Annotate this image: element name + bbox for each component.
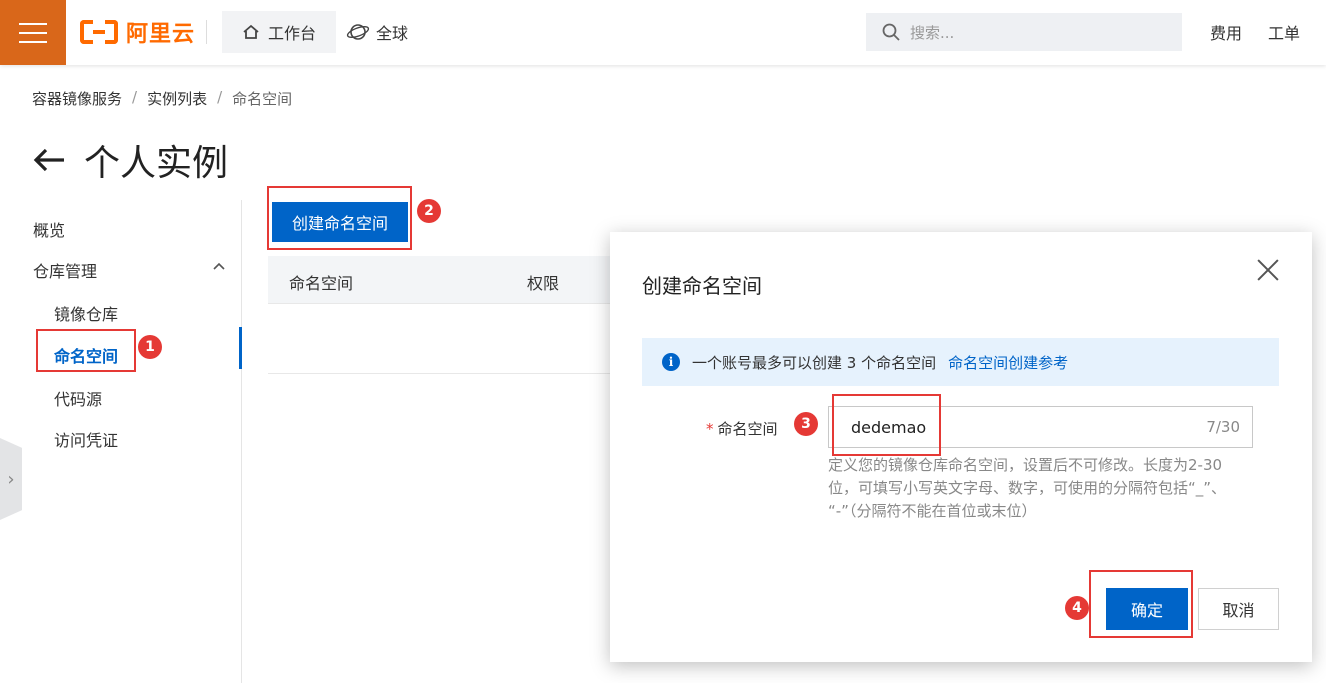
field-help-text: 定义您的镜像仓库命名空间，设置后不可修改。长度为2-30 位，可填写小写英文字母… — [828, 454, 1248, 523]
sidebar-group-label: 仓库管理 — [33, 262, 98, 281]
annotation-box — [36, 329, 136, 372]
field-label-text: 命名空间 — [717, 420, 778, 438]
sidebar-item-access-credential[interactable]: 访问凭证 — [54, 427, 118, 451]
table-header: 命名空间 权限 — [268, 256, 628, 304]
column-header: 命名空间 — [289, 274, 354, 293]
sidebar-item-image-repo[interactable]: 镜像仓库 — [54, 301, 118, 325]
create-namespace-dialog: 创建命名空间 i 一个账号最多可以创建 3 个命名空间 命名空间创建参考 * 命名… — [610, 232, 1312, 662]
search-input[interactable]: 搜索... — [866, 13, 1182, 51]
billing-link[interactable]: 费用 — [1210, 20, 1242, 44]
help-line: 位，可填写小写英文字母、数字，可使用的分隔符包括“_”、 — [828, 479, 1227, 497]
page-title: 个人实例 — [84, 143, 229, 184]
breadcrumb-current: 命名空间 — [232, 90, 293, 108]
annotation-box — [1089, 570, 1193, 638]
home-icon — [243, 24, 259, 39]
help-line: 定义您的镜像仓库命名空间，设置后不可修改。长度为2-30 — [828, 456, 1223, 474]
workbench-link[interactable]: 工作台 — [222, 11, 336, 53]
breadcrumb: 容器镜像服务 / 实例列表 / 命名空间 — [32, 88, 293, 109]
namespace-field-label: * 命名空间 — [706, 418, 778, 439]
workbench-label: 工作台 — [267, 24, 316, 43]
back-arrow-icon[interactable] — [32, 147, 66, 173]
region-label: 全球 — [376, 24, 409, 43]
chevron-right-icon: › — [7, 468, 15, 490]
close-icon[interactable] — [1256, 258, 1280, 282]
help-line: “-”（分隔符不能在首位或末位） — [828, 502, 1037, 520]
info-banner: i 一个账号最多可以创建 3 个命名空间 命名空间创建参考 — [642, 338, 1279, 386]
page-header: 个人实例 — [32, 134, 228, 186]
menu-icon[interactable] — [0, 0, 66, 65]
header-divider — [206, 20, 207, 44]
annotation-badge: 2 — [417, 199, 441, 223]
annotation-badge: 3 — [794, 412, 818, 436]
cancel-button[interactable]: 取消 — [1198, 588, 1279, 630]
sidebar-expand-toggle[interactable]: › — [0, 438, 22, 520]
search-placeholder: 搜索... — [910, 23, 955, 42]
globe-icon — [346, 24, 370, 40]
namespace-reference-link[interactable]: 命名空间创建参考 — [948, 352, 1068, 373]
breadcrumb-item[interactable]: 实例列表 — [147, 88, 207, 109]
aliyun-logo-icon — [80, 20, 118, 44]
table-empty-row — [268, 304, 628, 374]
brand-logo[interactable]: 阿里云 — [80, 15, 195, 49]
region-selector[interactable]: 全球 — [346, 11, 408, 53]
chevron-up-icon — [213, 262, 225, 270]
info-text: 一个账号最多可以创建 3 个命名空间 — [692, 353, 937, 372]
sidebar-item-overview[interactable]: 概览 — [33, 217, 65, 241]
dialog-title: 创建命名空间 — [642, 274, 762, 298]
breadcrumb-item[interactable]: 容器镜像服务 — [32, 88, 122, 109]
ticket-link[interactable]: 工单 — [1268, 20, 1300, 44]
column-header: 权限 — [527, 274, 560, 293]
annotation-badge: 1 — [138, 335, 162, 359]
brand-name: 阿里云 — [126, 22, 196, 47]
sidebar-group-repo-management[interactable]: 仓库管理 — [33, 258, 228, 282]
required-mark: * — [706, 420, 714, 438]
annotation-box — [267, 186, 412, 250]
annotation-badge: 4 — [1065, 596, 1089, 620]
search-icon — [882, 23, 900, 41]
char-counter: 7/30 — [1206, 418, 1240, 436]
active-indicator — [239, 327, 242, 369]
top-bar: 阿里云 工作台 全球 搜索... 费用 工单 — [0, 0, 1326, 65]
annotation-box — [832, 394, 941, 456]
info-icon: i — [662, 353, 680, 371]
sidebar-item-code-source[interactable]: 代码源 — [54, 386, 102, 410]
